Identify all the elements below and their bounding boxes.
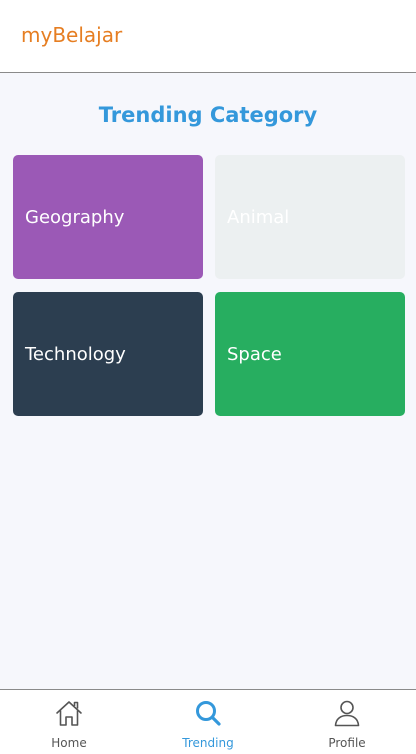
home-icon	[56, 701, 82, 726]
nav-trending[interactable]: Trending	[139, 690, 277, 754]
category-card-animal[interactable]: Animal	[215, 155, 405, 279]
section-title: Trending Category	[98, 103, 318, 127]
search-icon	[196, 701, 221, 726]
nav-home[interactable]: Home	[0, 690, 138, 754]
category-card-technology[interactable]: Technology	[13, 292, 203, 416]
person-icon	[334, 700, 360, 727]
category-label: Geography	[25, 207, 125, 228]
nav-profile[interactable]: Profile	[278, 690, 416, 754]
category-card-geography[interactable]: Geography	[13, 155, 203, 279]
category-label: Animal	[227, 207, 290, 228]
category-label: Space	[227, 344, 282, 365]
nav-label: Trending	[182, 736, 234, 750]
bottom-navigation: Home Trending Profile	[0, 689, 416, 754]
app-title: myBelajar	[21, 23, 123, 47]
app-bar: myBelajar	[0, 0, 416, 73]
category-card-space[interactable]: Space	[215, 292, 405, 416]
nav-label: Home	[51, 736, 87, 750]
nav-label: Profile	[328, 736, 366, 750]
category-label: Technology	[25, 344, 126, 365]
